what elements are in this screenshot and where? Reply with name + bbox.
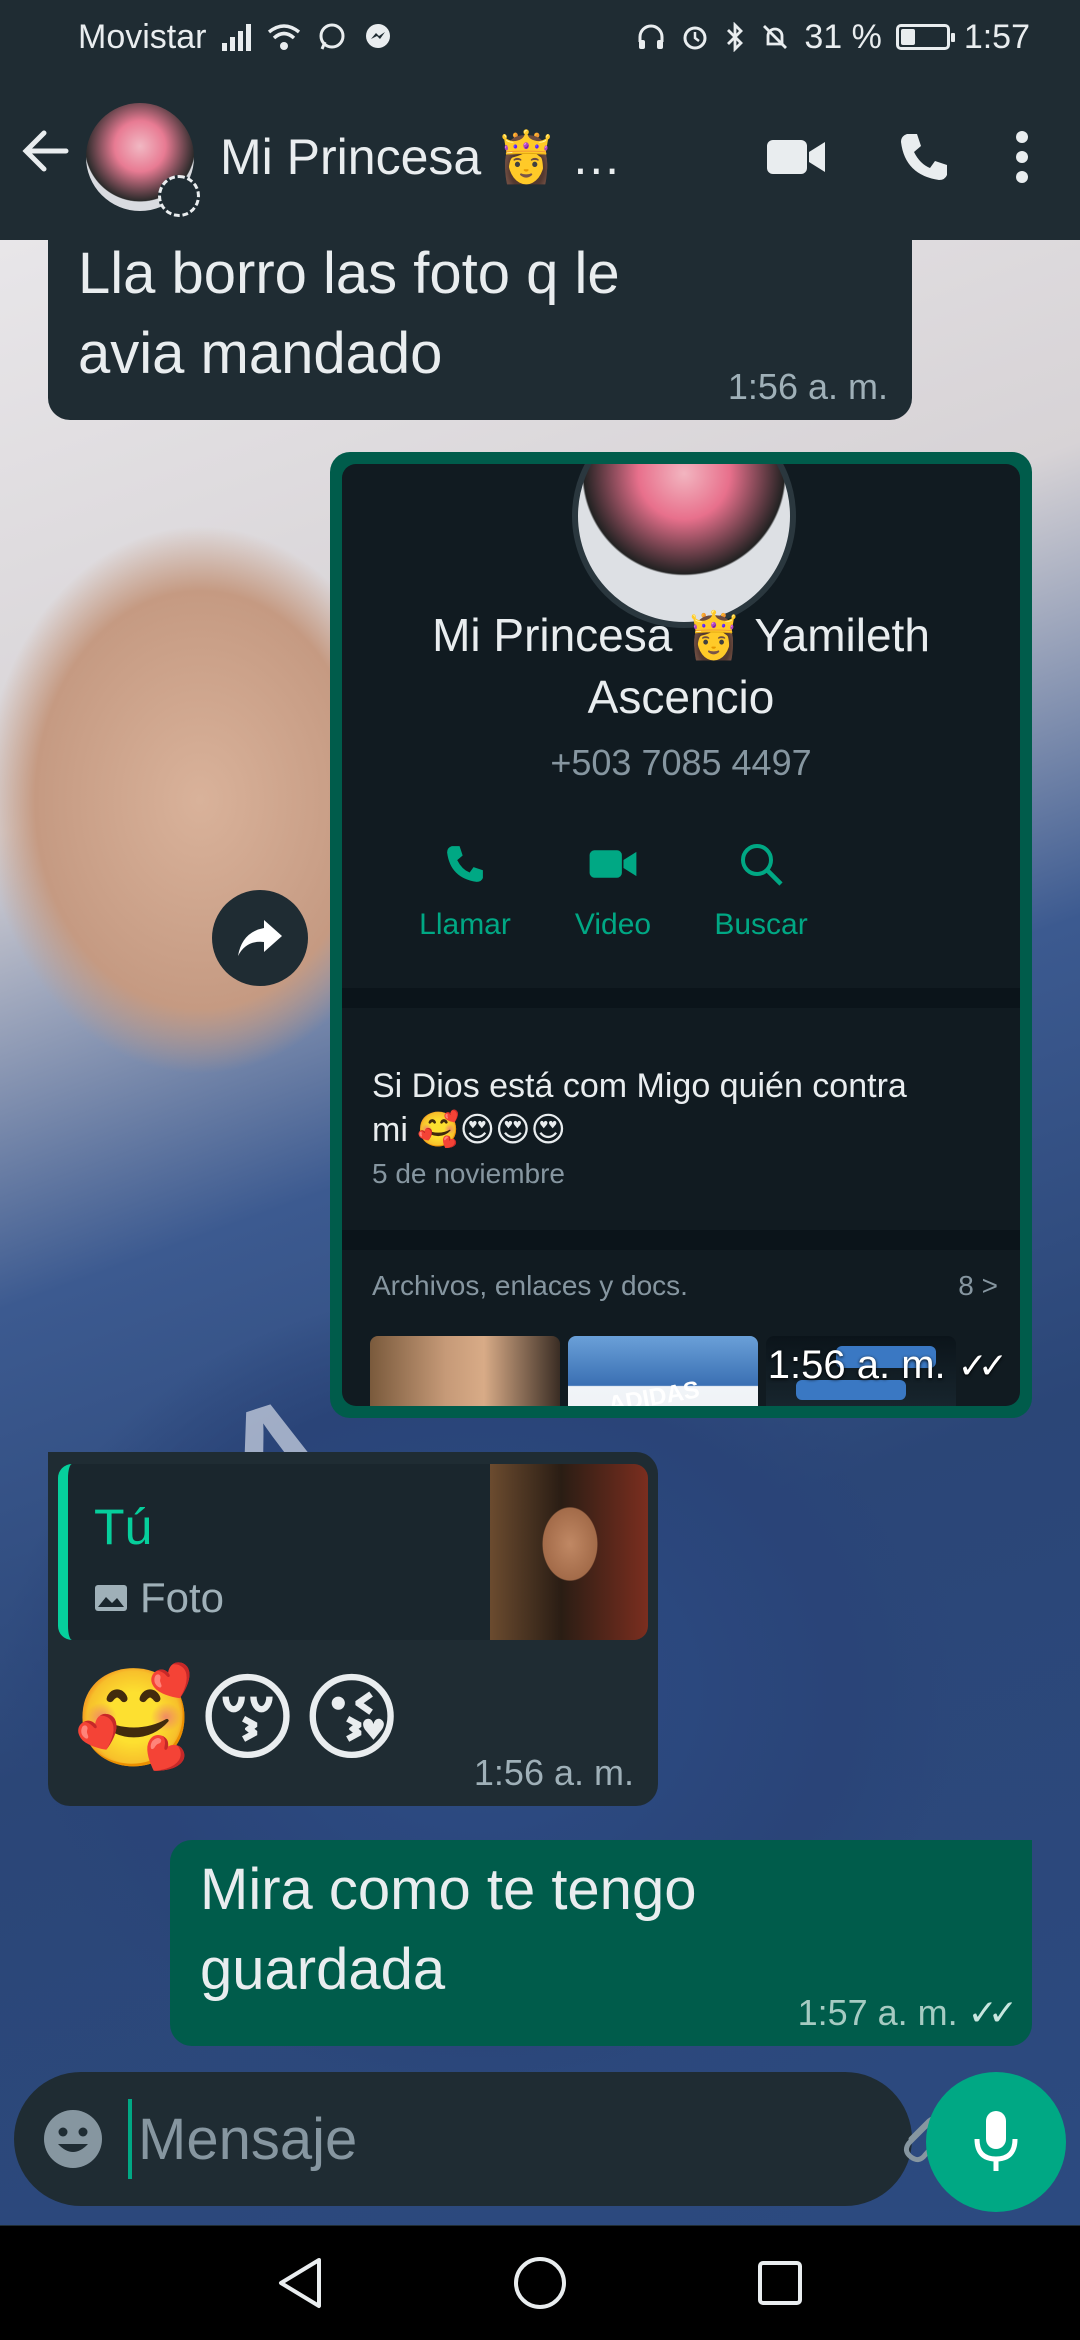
status-ring-icon <box>158 175 200 217</box>
message-bubble-incoming[interactable]: Tú Foto 🥰😚😘 1:56 a. m. <box>48 1452 658 1806</box>
action-label: Video <box>574 908 652 941</box>
double-check-icon: ✓✓ <box>957 1344 1008 1386</box>
message-time: 1:56 a. m. <box>473 1752 634 1793</box>
photo-icon <box>95 1585 127 1611</box>
profile-about: Si Dios está com Migo quién contra <box>372 1067 907 1105</box>
contact-name[interactable]: Mi Princesa 👸 … <box>220 128 746 187</box>
message-text: guardada <box>200 1937 446 2002</box>
reply-author: Tú <box>94 1499 153 1555</box>
media-thumbnail <box>370 1336 560 1406</box>
contact-avatar[interactable] <box>86 103 200 217</box>
voice-message-button[interactable] <box>926 2072 1066 2212</box>
battery-icon <box>895 24 955 50</box>
message-input[interactable] <box>128 2099 891 2179</box>
double-check-icon: ✓✓ <box>967 1992 1018 2033</box>
video-icon <box>583 834 643 894</box>
message-bubble-outgoing-image[interactable]: Mi Princesa 👸 Yamileth Ascencio +503 708… <box>330 452 1032 1418</box>
action-label: Buscar <box>714 908 808 941</box>
chat-header: Mi Princesa 👸 … <box>0 74 1080 240</box>
home-circle-icon[interactable] <box>495 2238 585 2328</box>
message-bubble-outgoing[interactable]: Mira como te tengo guardada 1:57 a. m. ✓… <box>170 1840 1032 2046</box>
message-text: avia mandado <box>78 321 443 386</box>
reply-type: Foto <box>140 1574 225 1621</box>
message-bubble-incoming[interactable]: Lla borro las foto q le avia mandado 1:5… <box>48 236 912 420</box>
back-arrow-icon[interactable] <box>20 125 84 190</box>
messenger-icon <box>366 24 391 48</box>
quoted-reply[interactable]: Tú Foto <box>58 1464 648 1640</box>
message-time: 1:56 a. m. <box>727 366 888 407</box>
whatsapp-icon <box>319 23 345 50</box>
mute-icon <box>763 25 788 49</box>
search-icon <box>731 834 791 894</box>
forward-icon <box>238 920 282 956</box>
phone-icon[interactable] <box>874 107 974 207</box>
signal-icon <box>222 23 252 51</box>
action-label: Llamar <box>419 908 511 941</box>
message-time: 1:56 a. m. <box>767 1343 946 1387</box>
files-label: Archivos, enlaces y docs. <box>372 1270 688 1301</box>
video-call-icon[interactable] <box>746 107 846 207</box>
profile-name: Mi Princesa 👸 Yamileth <box>432 609 930 661</box>
message-text: Mira como te tengo <box>200 1857 697 1922</box>
emoji-icon[interactable] <box>42 2099 104 2179</box>
clock: 1:57 <box>963 17 1030 56</box>
shared-screenshot[interactable]: Mi Princesa 👸 Yamileth Ascencio +503 708… <box>342 464 1020 1406</box>
media-thumbnail: ADIDAS <box>568 1336 758 1406</box>
back-triangle-icon[interactable] <box>255 2238 345 2328</box>
wifi-icon <box>268 24 301 50</box>
files-count: 8 > <box>958 1270 998 1301</box>
microphone-icon <box>974 2111 1018 2171</box>
thumbnail-text: ADIDAS <box>606 1376 702 1406</box>
reply-thumbnail <box>490 1464 648 1640</box>
emoji-message: 🥰😚😘 <box>74 1665 406 1772</box>
headphones-icon <box>638 24 664 49</box>
bluetooth-icon <box>727 22 744 52</box>
system-navigation-bar <box>0 2226 1080 2340</box>
profile-name: Ascencio <box>587 671 775 723</box>
profile-phone: +503 7085 4497 <box>550 742 812 783</box>
message-time: 1:57 a. m. <box>797 1992 958 2033</box>
battery-percent: 31 % <box>804 17 882 56</box>
profile-about: mi 🥰😍😍😍 <box>372 1111 566 1149</box>
carrier-label: Movistar <box>78 17 207 56</box>
message-composer <box>14 2072 1033 2206</box>
phone-icon <box>435 834 495 894</box>
forward-button[interactable] <box>212 890 308 986</box>
status-bar: Movistar 31 % 1:57 <box>0 0 1080 74</box>
more-vert-icon[interactable] <box>992 107 1052 207</box>
profile-about-date: 5 de noviembre <box>372 1158 566 1189</box>
recents-square-icon[interactable] <box>735 2238 825 2328</box>
message-text: Lla borro las foto q le <box>78 241 620 306</box>
alarm-icon <box>683 26 707 50</box>
